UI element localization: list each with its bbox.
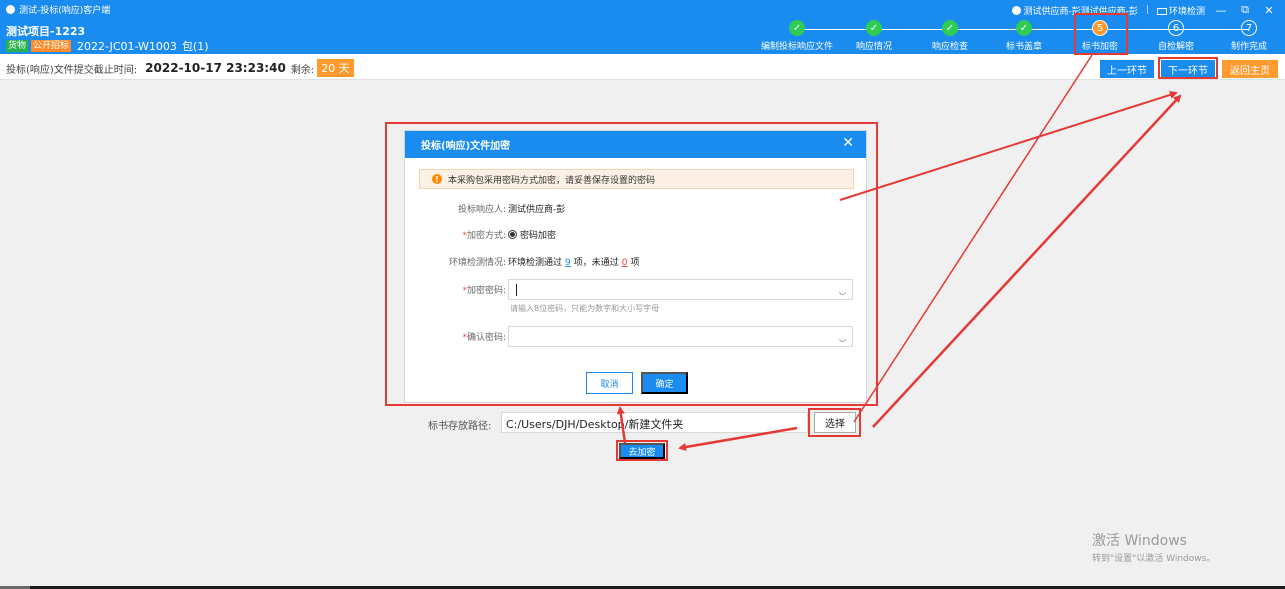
annotation-arrow: [872, 94, 1182, 428]
step-number: 7: [1241, 20, 1257, 36]
remaining-days-badge: 20 天: [317, 59, 354, 77]
minimize-button[interactable]: —: [1213, 4, 1229, 17]
step-number: 6: [1168, 20, 1184, 36]
step-6[interactable]: 6 自检解密: [1136, 20, 1216, 52]
env-check-button[interactable]: 环境检测: [1156, 4, 1205, 17]
storage-path-label: 标书存放路径:: [428, 421, 492, 432]
step-4[interactable]: ✓ 标书盖章: [984, 20, 1064, 52]
prev-step-button[interactable]: 上一环节: [1100, 60, 1154, 78]
annotation-arrow: [839, 91, 1178, 201]
annotation-arrow: [853, 54, 1093, 423]
step-2[interactable]: ✓ 响应情况: [834, 20, 914, 52]
check-icon: ✓: [866, 20, 882, 36]
highlight-choose-button: [808, 408, 861, 437]
monitor-icon: [1156, 7, 1167, 15]
window-titlebar: 测试-投标(响应)客户端: [6, 3, 110, 16]
step-label: 标书盖章: [1005, 42, 1042, 52]
step-label: 自检解密: [1157, 42, 1194, 52]
check-icon: ✓: [942, 20, 958, 36]
step-3[interactable]: ✓ 响应检查: [910, 20, 990, 52]
deadline-label: 投标(响应)文件提交截止时间:: [6, 64, 138, 76]
check-icon: ✓: [1016, 20, 1032, 36]
highlight-next-button: [1158, 57, 1218, 79]
home-button[interactable]: 返回主页: [1222, 60, 1278, 78]
deadline-bar: 投标(响应)文件提交截止时间: 2022-10-17 23:23:40 剩余: …: [0, 54, 1285, 80]
storage-path-input[interactable]: C:/Users/DJH/Desktop/新建文件夹: [501, 412, 808, 433]
window-title: 测试-投标(响应)客户端: [19, 6, 111, 16]
step-label: 制作完成: [1230, 42, 1267, 52]
highlight-encrypt-button: [616, 440, 668, 461]
separator: |: [1145, 5, 1149, 15]
watermark-line2: 转到"设置"以激活 Windows。: [1092, 554, 1216, 564]
deadline-info: 投标(响应)文件提交截止时间: 2022-10-17 23:23:40 剩余: …: [6, 59, 354, 77]
step-label: 编制投标响应文件: [760, 42, 833, 52]
check-icon: ✓: [789, 20, 805, 36]
step-1[interactable]: ✓ 编制投标响应文件: [757, 20, 837, 52]
windows-watermark: 激活 Windows 转到"设置"以激活 Windows。: [1092, 530, 1215, 564]
highlight-dialog: [385, 122, 878, 406]
highlight-step-encrypt: [1074, 13, 1128, 55]
step-7[interactable]: 7 制作完成: [1209, 20, 1285, 52]
remaining-label: 剩余:: [290, 64, 315, 76]
step-label: 响应检查: [931, 42, 968, 52]
restore-button[interactable]: ⧉: [1237, 3, 1253, 17]
close-window-button[interactable]: ✕: [1261, 4, 1277, 17]
step-label: 响应情况: [855, 42, 892, 52]
watermark-line1: 激活 Windows: [1092, 533, 1187, 549]
user-icon: [1012, 5, 1022, 15]
window-controls: 测试供应商-彭测试供应商-彭 | 环境检测 — ⧉ ✕: [1012, 3, 1277, 17]
app-logo-icon: [6, 5, 15, 14]
deadline-datetime: 2022-10-17 23:23:40: [145, 61, 286, 75]
